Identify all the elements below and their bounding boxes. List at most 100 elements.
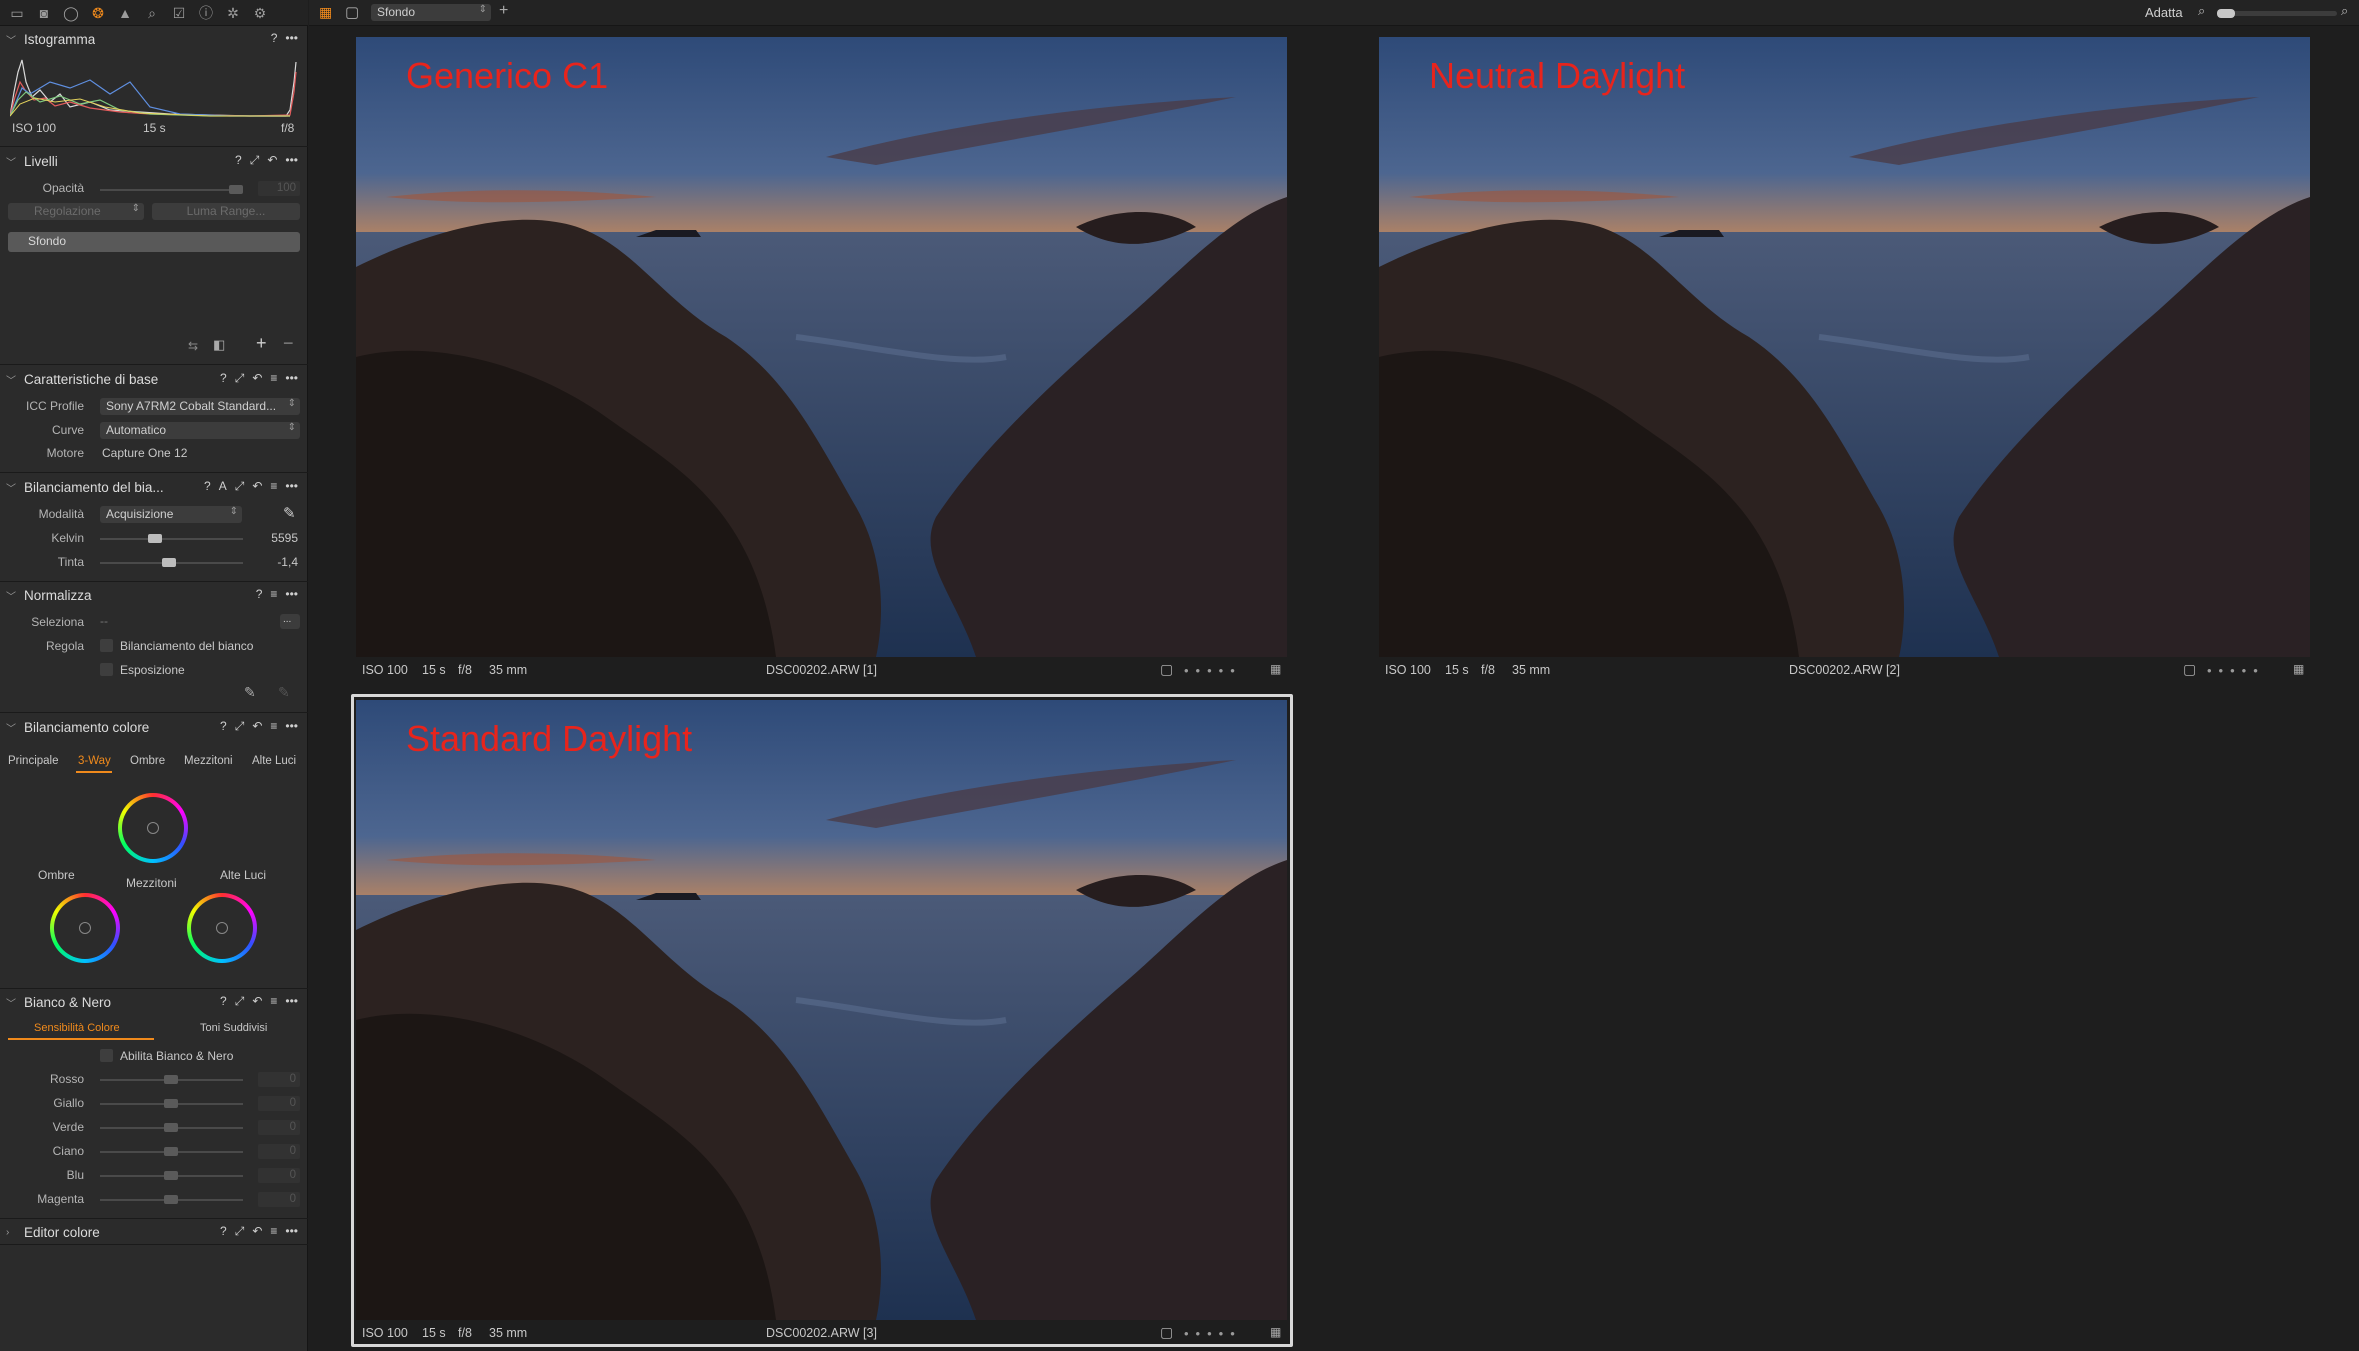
icc-profile-dropdown[interactable]: Sony A7RM2 Cobalt Standard... ⇕ <box>100 398 300 415</box>
help-icon[interactable]: ? <box>256 587 263 601</box>
more-icon[interactable]: ••• <box>285 587 298 601</box>
tab-ombre[interactable]: Ombre <box>130 755 165 767</box>
list-icon[interactable]: ≡ <box>270 587 277 601</box>
normalize-header[interactable]: ﹀ Normalizza ? ≡ ••• <box>0 584 308 606</box>
help-icon[interactable]: ? <box>271 31 278 45</box>
zoom-slider[interactable] <box>2217 9 2337 18</box>
remove-layer-icon[interactable]: − <box>283 333 294 354</box>
bw-slider[interactable] <box>100 1147 243 1156</box>
layer-row[interactable]: Sfondo <box>8 232 300 252</box>
opacity-slider[interactable] <box>100 185 243 194</box>
color-icon[interactable]: ❂ <box>86 0 110 26</box>
settings-icon[interactable]: ✲ <box>224 4 242 22</box>
photo-frame[interactable]: Neutral Daylight <box>1379 37 2310 657</box>
bw-slider[interactable] <box>100 1075 243 1084</box>
camera-icon[interactable]: ◙ <box>35 4 53 22</box>
zoom-fit-label[interactable]: Adatta <box>2145 5 2183 20</box>
enable-bw-checkbox[interactable] <box>100 1049 113 1062</box>
more-icon[interactable]: ••• <box>285 719 298 734</box>
expand-icon[interactable]: ⤢ <box>235 371 245 386</box>
color-tag-icon[interactable]: ▦ <box>2293 662 2304 676</box>
kelvin-value[interactable]: 5595 <box>250 531 298 545</box>
bw-slider[interactable] <box>100 1123 243 1132</box>
color-editor-header[interactable]: › Editor colore ? ⤢ ↶ ≡ ••• <box>0 1221 308 1243</box>
reset-icon[interactable]: ↶ <box>252 994 262 1009</box>
reset-icon[interactable]: ↶ <box>252 371 262 386</box>
grid-view-icon[interactable]: ▦ <box>319 4 332 21</box>
help-icon[interactable]: ? <box>220 371 227 386</box>
list-icon[interactable]: ≡ <box>270 719 277 734</box>
list-icon[interactable]: ≡ <box>270 1224 277 1239</box>
tab-sensibilita-colore[interactable]: Sensibilità Colore <box>34 1022 120 1034</box>
single-view-icon[interactable]: ▢ <box>345 3 359 21</box>
tint-slider[interactable] <box>100 558 243 567</box>
midtones-wheel[interactable] <box>118 793 188 863</box>
curve-dropdown[interactable]: Automatico ⇕ <box>100 422 300 439</box>
bw-slider-value[interactable]: 0 <box>258 1168 300 1183</box>
zoom-in-icon[interactable]: ⌕ <box>2341 3 2348 19</box>
photo-frame[interactable]: Generico C1 <box>356 37 1287 657</box>
more-icon[interactable]: ••• <box>285 994 298 1009</box>
help-icon[interactable]: ? <box>220 719 227 734</box>
zoom-out-icon[interactable]: ⌕ <box>2198 3 2205 19</box>
bw-slider-value[interactable]: 0 <box>258 1072 300 1087</box>
eyedropper-icon[interactable]: ✎ <box>283 504 296 522</box>
select-pick-button[interactable]: ... <box>280 614 300 629</box>
bw-slider[interactable] <box>100 1099 243 1108</box>
adjust-dropdown[interactable]: Regolazione ⇕ <box>8 203 144 220</box>
select-checkbox-icon[interactable]: ▢ <box>2183 661 2196 678</box>
color-tag-icon[interactable]: ▦ <box>1270 662 1281 676</box>
tab-3-way[interactable]: 3-Way <box>78 755 111 767</box>
auto-icon[interactable]: A <box>219 479 227 494</box>
check-icon[interactable]: ☑ <box>170 4 188 22</box>
tab-toni-suddivisi[interactable]: Toni Suddivisi <box>200 1022 267 1034</box>
bw-slider-value[interactable]: 0 <box>258 1120 300 1135</box>
highlights-wheel[interactable] <box>187 893 257 963</box>
pick-icon[interactable]: ✎ <box>244 684 256 701</box>
folder-icon[interactable]: ▭ <box>8 4 26 22</box>
reset-icon[interactable]: ↶ <box>267 153 277 168</box>
layers-header[interactable]: ﹀ Livelli ? ⤢ ↶ ••• <box>0 150 308 172</box>
info-icon[interactable]: ⓘ <box>197 4 215 22</box>
wb-checkbox[interactable] <box>100 639 113 652</box>
expand-icon[interactable]: ⤢ <box>235 719 245 734</box>
select-checkbox-icon[interactable]: ▢ <box>1160 661 1173 678</box>
bw-slider[interactable] <box>100 1195 243 1204</box>
list-icon[interactable]: ≡ <box>270 994 277 1009</box>
more-icon[interactable]: ••• <box>285 1224 298 1239</box>
rating-dots[interactable]: ••••• <box>2207 663 2265 678</box>
batch-icon[interactable]: ⚙ <box>251 4 269 22</box>
exposure-checkbox[interactable] <box>100 663 113 676</box>
add-icon[interactable]: + <box>499 2 508 20</box>
black-white-header[interactable]: ﹀ Bianco & Nero ? ⤢ ↶ ≡ ••• <box>0 991 308 1013</box>
opacity-value[interactable]: 100 <box>258 181 300 196</box>
tint-value[interactable]: -1,4 <box>250 555 298 569</box>
reset-icon[interactable]: ↶ <box>252 479 262 494</box>
base-characteristics-header[interactable]: ﹀ Caratteristiche di base ? ⤢ ↶ ≡ ••• <box>0 368 308 390</box>
search-icon[interactable]: ⌕ <box>143 4 161 22</box>
more-icon[interactable]: ••• <box>285 371 298 386</box>
help-icon[interactable]: ? <box>220 1224 227 1239</box>
list-icon[interactable]: ≡ <box>270 371 277 386</box>
bw-slider[interactable] <box>100 1171 243 1180</box>
help-icon[interactable]: ? <box>204 479 211 494</box>
bw-slider-value[interactable]: 0 <box>258 1144 300 1159</box>
wb-mode-dropdown[interactable]: Acquisizione ⇕ <box>100 506 242 523</box>
shadows-wheel[interactable] <box>50 893 120 963</box>
white-balance-header[interactable]: ﹀ Bilanciamento del bia... ? A ⤢ ↶ ≡ ••• <box>0 476 308 498</box>
help-icon[interactable]: ? <box>235 153 242 168</box>
lens-icon[interactable]: ◯ <box>62 4 80 22</box>
kelvin-slider[interactable] <box>100 534 243 543</box>
tab-alte-luci[interactable]: Alte Luci <box>252 755 296 767</box>
expand-icon[interactable]: ⤢ <box>250 153 260 168</box>
reset-icon[interactable]: ↶ <box>252 1224 262 1239</box>
list-icon[interactable]: ≡ <box>270 479 277 494</box>
add-layer-icon[interactable]: + <box>256 333 267 354</box>
luma-range-button[interactable]: Luma Range... <box>152 203 300 220</box>
apply-icon[interactable]: ✎ <box>278 684 290 701</box>
rating-dots[interactable]: ••••• <box>1184 663 1242 678</box>
more-icon[interactable]: ••• <box>285 153 298 168</box>
view-dropdown[interactable]: Sfondo ⇕ <box>371 4 491 21</box>
mask-icon[interactable]: ◧ <box>213 337 225 353</box>
reset-icon[interactable]: ↶ <box>252 719 262 734</box>
